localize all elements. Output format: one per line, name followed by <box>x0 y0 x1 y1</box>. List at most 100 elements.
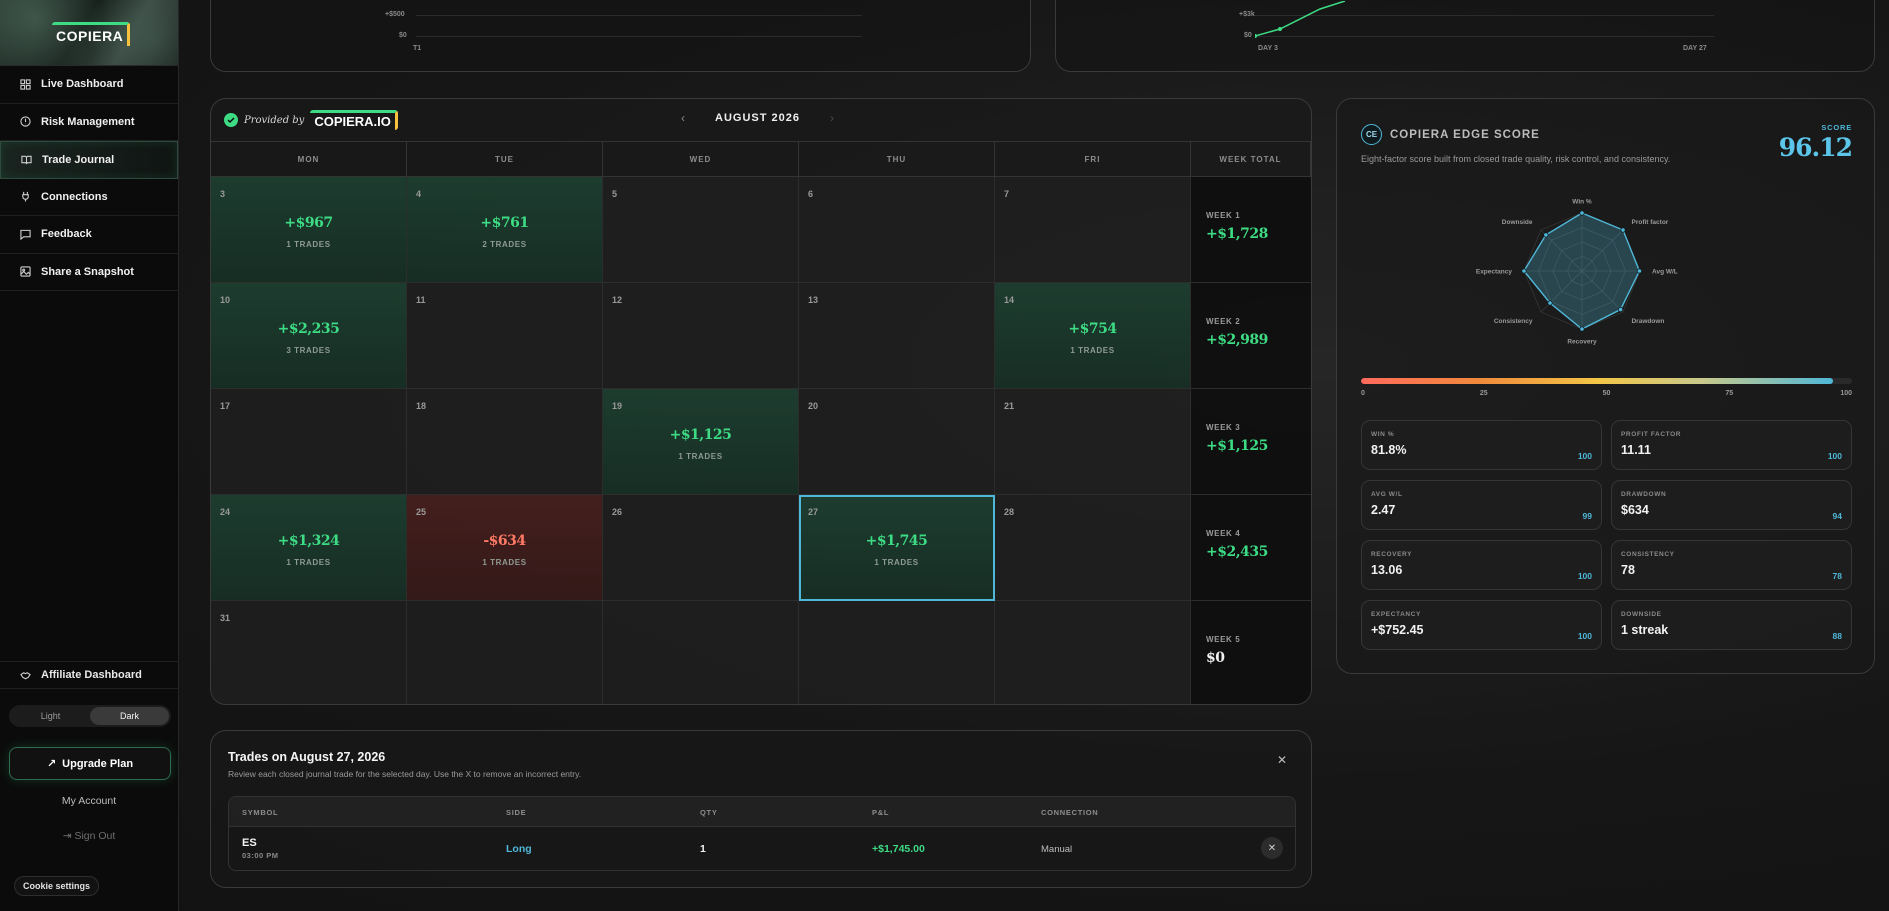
radar-axis-label: Downside <box>1502 219 1533 226</box>
day-number: 17 <box>220 401 231 411</box>
day-number: 12 <box>612 295 623 305</box>
metric-value: 13.06 <box>1371 563 1403 577</box>
calendar-day-cell[interactable]: 28 <box>995 495 1191 601</box>
y-tick: $0 <box>1244 32 1252 39</box>
metric-card: EXPECTANCY +$752.45 100 <box>1361 600 1602 650</box>
column-header: TUE <box>407 142 603 177</box>
metric-label: DRAWDOWN <box>1621 491 1667 498</box>
calendar-day-cell[interactable] <box>603 601 799 704</box>
calendar-day-cell[interactable]: 24 +$1,324 1 TRADES <box>211 495 407 601</box>
sidebar-nav: Live Dashboard Risk Management Trade Jou… <box>0 66 178 291</box>
calendar-day-cell[interactable]: 12 <box>603 283 799 389</box>
column-header: WED <box>603 142 799 177</box>
trades-panel-subtitle: Review each closed journal trade for the… <box>228 769 582 779</box>
copiera-logo[interactable]: COPIERA <box>52 22 131 46</box>
column-header: MON <box>211 142 407 177</box>
calendar-day-cell[interactable]: 25 -$634 1 TRADES <box>407 495 603 601</box>
radar-point <box>1543 232 1549 238</box>
day-number: 19 <box>612 401 623 411</box>
sidebar-item-feedback[interactable]: Feedback <box>0 216 178 254</box>
calendar-day-cell[interactable]: 19 +$1,125 1 TRADES <box>603 389 799 495</box>
calendar-day-cell[interactable]: 17 <box>211 389 407 495</box>
chevron-left-icon[interactable]: ‹ <box>681 111 685 125</box>
cookie-settings-button[interactable]: Cookie settings <box>14 876 100 896</box>
column-header-pnl: P&L <box>872 808 890 817</box>
theme-toggle[interactable]: Light Dark <box>9 705 171 727</box>
remove-trade-button[interactable]: ✕ <box>1261 837 1283 859</box>
plug-icon <box>20 191 31 202</box>
theme-light-option[interactable]: Light <box>11 707 90 725</box>
calendar-day-cell[interactable]: 27 +$1,745 1 TRADES <box>799 495 995 601</box>
scale-tick-label: 25 <box>1479 390 1488 397</box>
calendar-day-cell[interactable]: 5 <box>603 177 799 283</box>
metric-card: RECOVERY 13.06 100 <box>1361 540 1602 590</box>
sidebar-item-share-snapshot[interactable]: Share a Snapshot <box>0 254 178 291</box>
table-row[interactable]: ES 03:00 PM Long 1 +$1,745.00 Manual ✕ <box>229 827 1295 870</box>
radar-axis-label: Recovery <box>1567 339 1597 346</box>
calendar-day-cell[interactable] <box>799 601 995 704</box>
day-number: 20 <box>808 401 819 411</box>
provided-by-text: Provided by <box>244 114 305 126</box>
radar-axis-label: Profit factor <box>1631 219 1668 226</box>
calendar-day-cell[interactable]: 20 <box>799 389 995 495</box>
calendar-day-cell[interactable]: 4 +$761 2 TRADES <box>407 177 603 283</box>
y-tick: +$3k <box>1239 11 1255 18</box>
calendar-day-cell[interactable]: 6 <box>799 177 995 283</box>
logo-banner[interactable]: COPIERA <box>0 0 178 66</box>
sign-out-button[interactable]: ⇥ Sign Out <box>0 830 178 842</box>
pnl-calendar: Provided by COPIERA.IO ‹ AUGUST 2026 › M… <box>210 98 1312 705</box>
chevron-right-icon[interactable]: › <box>830 111 834 125</box>
calendar-day-cell[interactable]: 11 <box>407 283 603 389</box>
handshake-icon <box>20 670 31 681</box>
week-total: +$2,435 <box>1206 544 1268 560</box>
affiliate-label: Affiliate Dashboard <box>41 669 142 681</box>
my-account-link[interactable]: My Account <box>0 795 178 807</box>
calendar-day-cell[interactable]: 14 +$754 1 TRADES <box>995 283 1191 389</box>
calendar-day-cell[interactable]: 21 <box>995 389 1191 495</box>
column-header-symbol: SYMBOL <box>242 808 279 817</box>
metric-value: +$752.45 <box>1371 623 1424 637</box>
metric-label: AVG W/L <box>1371 491 1403 498</box>
calendar-day-cell[interactable] <box>995 601 1191 704</box>
calendar-day-cell[interactable]: 3 +$967 1 TRADES <box>211 177 407 283</box>
sidebar-item-risk-management[interactable]: Risk Management <box>0 104 178 141</box>
edge-score-title: COPIERA EDGE SCORE <box>1390 129 1540 141</box>
provided-by: Provided by COPIERA.IO <box>224 110 398 130</box>
day-trade-count: 2 TRADES <box>482 240 527 249</box>
upgrade-plan-button[interactable]: ↗ Upgrade Plan <box>9 747 171 780</box>
provider-badge[interactable]: COPIERA.IO <box>310 110 398 130</box>
x-tick: DAY 3 <box>1258 45 1278 52</box>
trade-side: Long <box>506 843 532 855</box>
theme-dark-option[interactable]: Dark <box>90 707 169 725</box>
sidebar-item-connections[interactable]: Connections <box>0 179 178 216</box>
week-label: WEEK 4 <box>1206 529 1241 538</box>
week-total-cell: WEEK 5 $0 <box>1191 601 1311 704</box>
sidebar-item-trade-journal[interactable]: Trade Journal <box>0 141 178 179</box>
sidebar-item-live-dashboard[interactable]: Live Dashboard <box>0 66 178 104</box>
shield-icon <box>20 116 31 127</box>
calendar-day-cell[interactable]: 31 <box>211 601 407 704</box>
radar-axis-label: Expectancy <box>1476 269 1513 276</box>
calendar-day-cell[interactable]: 13 <box>799 283 995 389</box>
table-header: SYMBOL SIDE QTY P&L CONNECTION <box>229 797 1295 827</box>
calendar-day-cell[interactable] <box>407 601 603 704</box>
trades-panel-title: Trades on August 27, 2026 <box>228 750 386 764</box>
close-icon[interactable]: ✕ <box>1277 753 1287 767</box>
y-tick: +$500 <box>385 11 405 18</box>
score-scale-bar <box>1361 378 1852 384</box>
chat-icon <box>20 229 31 240</box>
day-trade-count: 1 TRADES <box>678 452 723 461</box>
metric-card: PROFIT FACTOR 11.11 100 <box>1611 420 1852 470</box>
day-pnl: +$1,745 <box>865 533 928 549</box>
calendar-day-cell[interactable]: 10 +$2,235 3 TRADES <box>211 283 407 389</box>
metric-label: EXPECTANCY <box>1371 611 1421 618</box>
metric-score: 100 <box>1577 451 1592 461</box>
radar-point <box>1636 268 1643 274</box>
metric-score: 100 <box>1577 631 1592 641</box>
sidebar-item-affiliate-dashboard[interactable]: Affiliate Dashboard <box>0 661 178 689</box>
day-number: 24 <box>220 507 231 517</box>
calendar-day-cell[interactable]: 18 <box>407 389 603 495</box>
metric-score: 100 <box>1577 571 1592 581</box>
calendar-day-cell[interactable]: 26 <box>603 495 799 601</box>
calendar-day-cell[interactable]: 7 <box>995 177 1191 283</box>
